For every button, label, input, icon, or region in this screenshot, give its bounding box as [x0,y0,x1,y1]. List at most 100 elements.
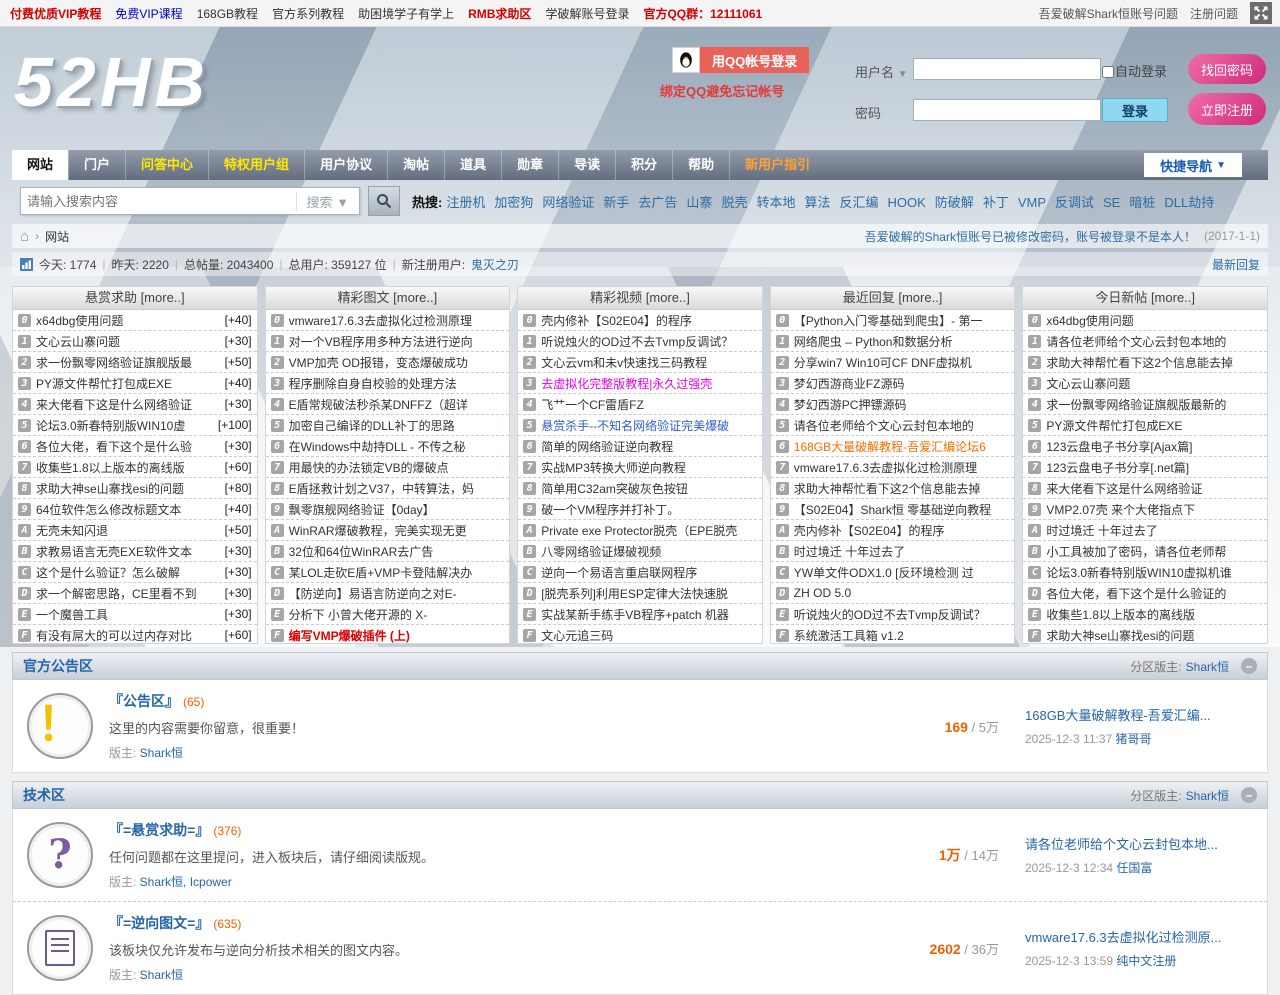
more-link[interactable]: [more..] [895,290,943,305]
thread-link[interactable]: 小工具被加了密码，请各位老师帮 [1046,543,1262,560]
thread-link[interactable]: 【Python入门零基础到爬虫】- 第一 [794,312,1010,329]
thread-link[interactable]: 32位和64位WinRAR去广告 [289,543,505,560]
thread-link[interactable]: 梦幻西游商业FZ源码 [794,375,1010,392]
topbar-link[interactable]: 官方QQ群：12111061 [643,5,762,22]
quick-nav-button[interactable]: 快捷导航▼ [1144,153,1242,177]
hot-search-link[interactable]: 去广告 [638,195,677,210]
nav-tab-导读[interactable]: 导读 [558,150,615,180]
nav-tab-积分[interactable]: 积分 [615,150,672,180]
thread-link[interactable]: YW单文件ODX1.0 [反环境检测 过 [794,564,1010,581]
thread-link[interactable]: 时过境迁 十年过去了 [1046,522,1262,539]
collapse-button[interactable]: – [1241,787,1257,803]
breadcrumb-site-link[interactable]: 网站 [45,228,69,245]
nav-tab-道具[interactable]: 道具 [444,150,501,180]
more-link[interactable]: [more..] [642,290,690,305]
thread-link[interactable]: 对一个VB程序用多种方法进行逆向 [289,333,505,350]
topbar-link[interactable]: 吾爱破解Shark恒账号问题 [1039,7,1178,21]
thread-link[interactable]: 听说烛火的OD过不去Tvmp反调试？ [541,333,757,350]
thread-link[interactable]: [脱壳系列]利用ESP定律大法快速脱 [541,585,757,602]
more-link[interactable]: [more..] [137,290,185,305]
moderators-link[interactable]: Shark恒 [140,746,183,760]
thread-link[interactable]: PY源文件帮忙打包成EXE [36,375,221,392]
moderators-link[interactable]: Shark恒 [140,968,183,982]
topbar-link[interactable]: 免费VIP课程 [115,5,182,22]
qq-login-button[interactable]: 用QQ帐号登录 [672,47,809,73]
search-button[interactable] [368,186,400,216]
moderators-link[interactable]: Shark恒, Icpower [140,875,232,889]
thread-link[interactable]: VMP2.07壳 来个大佬指点下 [1046,501,1262,518]
thread-link[interactable]: 文心云vm和未v快速找三码教程 [541,354,757,371]
last-post-user[interactable]: 纯中文注册 [1116,954,1176,968]
thread-link[interactable]: 请各位老师给个文心云封包本地的 [794,417,1010,434]
last-post-user[interactable]: 猪哥哥 [1116,732,1152,746]
hot-search-link[interactable]: 脱壳 [721,195,747,210]
latest-reply-link[interactable]: 最新回复 [1212,256,1260,273]
hot-search-link[interactable]: VMP [1018,195,1046,210]
hot-search-link[interactable]: 网络验证 [542,195,594,210]
notice-link[interactable]: 吾爱破解的Shark恒账号已被修改密码，账号被登录不是本人！ [865,228,1196,245]
thread-link[interactable]: 加密自己编译的DLL补丁的思路 [289,417,505,434]
thread-link[interactable]: 文心元追三码 [541,627,757,644]
register-button[interactable]: 立即注册 [1188,93,1266,125]
home-icon[interactable]: ⌂ [20,228,29,245]
thread-link[interactable]: 文心云山寨问题 [1046,375,1262,392]
thread-link[interactable]: 简单用C32am突破灰色按钮 [541,480,757,497]
thread-link[interactable]: 来大佬看下这是什么网络验证 [36,396,221,413]
thread-link[interactable]: 时过境迁 十年过去了 [794,543,1010,560]
thread-link[interactable]: 收集些1.8以上版本的离线版 [1046,606,1262,623]
forum-name-link[interactable]: 『=逆向图文=』 [109,915,209,931]
thread-link[interactable]: 简单的网络验证逆向教程 [541,438,757,455]
thread-link[interactable]: 来大佬看下这是什么网络验证 [1046,480,1262,497]
thread-link[interactable]: 一个魔兽工具 [36,606,221,623]
hot-search-link[interactable]: 补丁 [983,195,1009,210]
thread-link[interactable]: 用最快的办法锁定VB的爆破点 [289,459,505,476]
thread-link[interactable]: 壳内修补【S02E04】的程序 [794,522,1010,539]
thread-link[interactable]: 【防逆向】易语言防逆向之对E- [289,585,505,602]
thread-link[interactable]: 分享win7 Win10可CF DNF虚拟机 [794,354,1010,371]
thread-link[interactable]: 飘零旗舰网络验证【0day】 [289,501,505,518]
login-button[interactable]: 登录 [1102,98,1168,122]
last-post-link[interactable]: 168GB大量破解教程-吾爱汇编... [1025,705,1253,724]
hot-search-link[interactable]: 反汇编 [839,195,878,210]
thread-link[interactable]: 某LOL走砍E盾+VMP卡登陆解决办 [289,564,505,581]
hot-search-link[interactable]: 加密狗 [494,195,533,210]
thread-link[interactable]: 去虚拟化完整版教程|永久过强壳 [541,375,757,392]
chevron-down-icon[interactable]: ▼ [898,69,908,80]
hot-search-link[interactable]: 转本地 [756,195,795,210]
last-post-link[interactable]: 请各位老师给个文心云封包本地... [1025,834,1253,853]
nav-tab-淘帖[interactable]: 淘帖 [387,150,444,180]
expand-arrows-icon[interactable] [1250,2,1272,24]
thread-link[interactable]: 收集些1.8以上版本的离线版 [36,459,221,476]
thread-link[interactable]: 各位大佬，看下这个是什么验证的 [1046,585,1262,602]
moderator-link[interactable]: Shark恒 [1186,787,1229,804]
topbar-link[interactable]: 168GB教程 [197,5,258,22]
thread-link[interactable]: 破一个VM程序并打补丁。 [541,501,757,518]
thread-link[interactable]: 这个是什么验证？怎么破解 [36,564,221,581]
topbar-link[interactable]: 官方系列教程 [272,5,344,22]
thread-link[interactable]: 无壳未知闪退 [36,522,221,539]
nav-tab-特权用户组[interactable]: 特权用户组 [208,150,304,180]
thread-link[interactable]: 各位大佬，看下这个是什么验 [36,438,221,455]
thread-link[interactable]: 实战MP3转换大师逆向教程 [541,459,757,476]
last-post-link[interactable]: vmware17.6.3去虚拟化过检测原... [1025,927,1253,946]
thread-link[interactable]: vmware17.6.3去虚拟化过检测原理 [289,312,505,329]
auto-login-checkbox[interactable] [1102,66,1114,78]
find-password-button[interactable]: 找回密码 [1188,54,1266,84]
collapse-button[interactable]: – [1241,658,1257,674]
thread-link[interactable]: Private exe Protector脱壳（EPE脱壳 [541,522,757,539]
more-link[interactable]: [more..] [1147,290,1195,305]
nav-tab-用户协议[interactable]: 用户协议 [304,150,387,180]
thread-link[interactable]: 求教易语言无壳EXE软件文本 [36,543,221,560]
thread-link[interactable]: 编写VMP爆破插件 (上) [289,627,505,644]
thread-link[interactable]: E盾拯救计划之V37，中转算法，妈 [289,480,505,497]
thread-link[interactable]: 实战某新手练手VB程序+patch 机器 [541,606,757,623]
thread-link[interactable]: 逆向一个易语言重启联网程序 [541,564,757,581]
thread-link[interactable]: 有没有屌大的可以过内存对比 [36,627,221,644]
hot-search-link[interactable]: 新手 [603,195,629,210]
thread-link[interactable]: 论坛3.0新春特别版WIN10虚 [36,417,214,434]
topbar-link[interactable]: RMB求助区 [468,5,531,22]
thread-link[interactable]: 请各位老师给个文心云封包本地的 [1046,333,1262,350]
thread-link[interactable]: 论坛3.0新春特别版WIN10虚拟机谁 [1046,564,1262,581]
thread-link[interactable]: 听说烛火的OD过不去Tvmp反调试？ [794,606,1010,623]
thread-link[interactable]: 文心云山寨问题 [36,333,221,350]
